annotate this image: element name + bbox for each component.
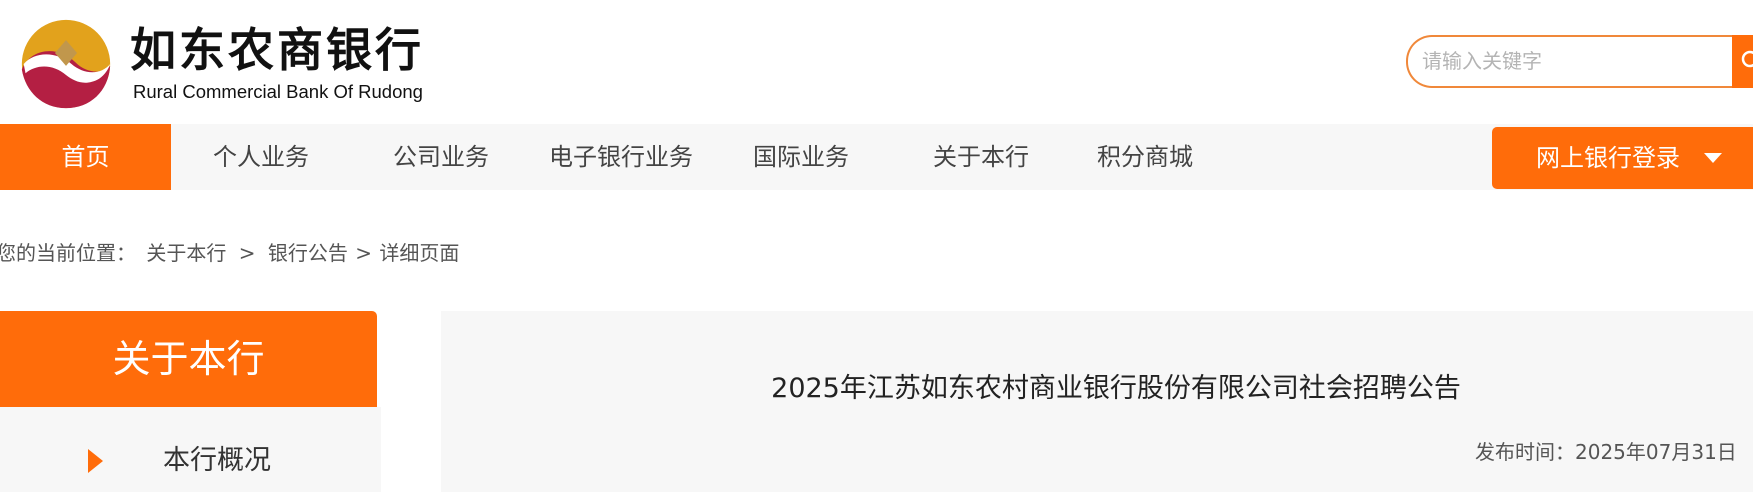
nav-item-ebanking[interactable]: 电子银行业务 [531, 124, 711, 190]
search-button[interactable] [1732, 35, 1753, 88]
breadcrumb-current: 详细页面 [379, 241, 460, 265]
brand-name-en: Rural Commercial Bank Of Rudong [133, 81, 423, 102]
publish-date: 2025年07月31日 [1575, 440, 1737, 464]
search-input[interactable] [1422, 46, 1722, 76]
breadcrumb-announcements[interactable]: 银行公告 [268, 238, 348, 268]
nav-item-points-mall[interactable]: 积分商城 [1055, 124, 1235, 190]
nav-item-about[interactable]: 关于本行 [891, 124, 1071, 190]
breadcrumb-separator: > [355, 241, 372, 265]
article-panel: 2025年江苏如东农村商业银行股份有限公司社会招聘公告 发布时间：2025年07… [441, 311, 1753, 492]
breadcrumb-prefix: 您的当前位置： [0, 241, 136, 265]
main-nav: 首页 个人业务 公司业务 电子银行业务 国际业务 关于本行 积分商城 [0, 124, 1753, 190]
site-header: 如东农商银行 Rural Commercial Bank Of Rudong [0, 0, 1753, 124]
sidebar-item-label: 本行概况 [163, 445, 271, 476]
sidebar-item-overview[interactable]: 本行概况 [0, 407, 381, 492]
publish-label: 发布时间： [1475, 440, 1575, 464]
nav-item-international[interactable]: 国际业务 [711, 124, 891, 190]
sidebar-menu: 本行概况 [0, 407, 381, 492]
play-arrow-icon [88, 449, 103, 473]
breadcrumb-about[interactable]: 关于本行 [146, 238, 226, 268]
nav-item-personal[interactable]: 个人业务 [171, 124, 351, 190]
login-label: 网上银行登录 [1536, 144, 1680, 172]
page: 如东农商银行 Rural Commercial Bank Of Rudong 首… [0, 0, 1753, 492]
caret-down-icon [1704, 153, 1722, 163]
bank-logo-icon[interactable] [20, 18, 112, 110]
nav-item-corporate[interactable]: 公司业务 [351, 124, 531, 190]
breadcrumb: 您的当前位置： 关于本行 > 银行公告 > 详细页面 [0, 238, 459, 268]
sidebar-title: 关于本行 [0, 311, 377, 407]
brand-name-cn: 如东农商银行 [130, 23, 424, 77]
breadcrumb-separator: > [238, 241, 256, 265]
online-banking-login-button[interactable]: 网上银行登录 [1492, 127, 1753, 189]
nav-item-home[interactable]: 首页 [0, 124, 171, 190]
search-icon [1741, 50, 1753, 68]
article-title: 2025年江苏如东农村商业银行股份有限公司社会招聘公告 [771, 373, 1461, 404]
